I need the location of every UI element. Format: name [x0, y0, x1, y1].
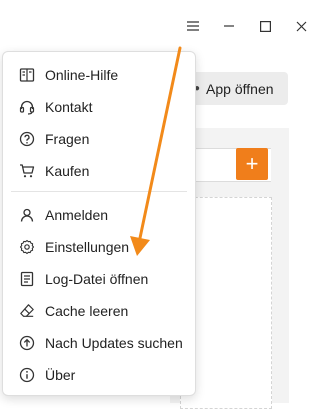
menu-item-label: Einstellungen — [45, 239, 130, 255]
add-button[interactable]: + — [236, 148, 268, 180]
menu-item-online-hilfe[interactable]: Online-Hilfe — [3, 59, 195, 91]
menu-item-nach-updates[interactable]: Nach Updates suchen — [3, 327, 195, 359]
menu-item-fragen[interactable]: Fragen — [3, 123, 195, 155]
user-icon — [18, 206, 36, 224]
menu-item-label: Nach Updates suchen — [45, 335, 183, 351]
menu-item-label: Kontakt — [45, 99, 93, 115]
book-icon — [18, 66, 36, 84]
question-icon — [18, 130, 36, 148]
menu-item-label: Online-Hilfe — [45, 67, 119, 83]
main-dropdown-menu: Online-Hilfe Kontakt Fragen Kaufen Anmel… — [2, 51, 196, 396]
minimize-icon[interactable] — [211, 14, 247, 38]
app-open-button[interactable]: ● App öffnen — [180, 72, 288, 105]
close-icon[interactable] — [283, 14, 319, 38]
app-open-label: App öffnen — [206, 80, 274, 97]
gear-icon — [18, 238, 36, 256]
log-file-icon — [18, 270, 36, 288]
info-icon — [18, 366, 36, 384]
menu-item-kaufen[interactable]: Kaufen — [3, 155, 195, 187]
eraser-icon — [18, 302, 36, 320]
menu-item-label: Kaufen — [45, 163, 90, 179]
menu-item-cache-leeren[interactable]: Cache leeren — [3, 295, 195, 327]
menu-item-ueber[interactable]: Über — [3, 359, 195, 391]
menu-item-label: Anmelden — [45, 207, 109, 223]
menu-item-log-datei[interactable]: Log-Datei öffnen — [3, 263, 195, 295]
menu-separator — [11, 191, 187, 192]
menu-item-label: Cache leeren — [45, 303, 129, 319]
menu-item-label: Fragen — [45, 131, 90, 147]
window-controls — [175, 14, 319, 38]
headset-icon — [18, 98, 36, 116]
maximize-icon[interactable] — [247, 14, 283, 38]
upload-icon — [18, 334, 36, 352]
menu-item-label: Log-Datei öffnen — [45, 271, 149, 287]
menu-item-kontakt[interactable]: Kontakt — [3, 91, 195, 123]
cart-icon — [18, 162, 36, 180]
app-window: ● App öffnen + Online-Hilfe Kontakt Frag… — [0, 0, 319, 409]
menu-item-einstellungen[interactable]: Einstellungen — [3, 231, 195, 263]
menu-item-anmelden[interactable]: Anmelden — [3, 199, 195, 231]
menu-item-label: Über — [45, 367, 76, 383]
hamburger-menu-icon[interactable] — [175, 14, 211, 38]
